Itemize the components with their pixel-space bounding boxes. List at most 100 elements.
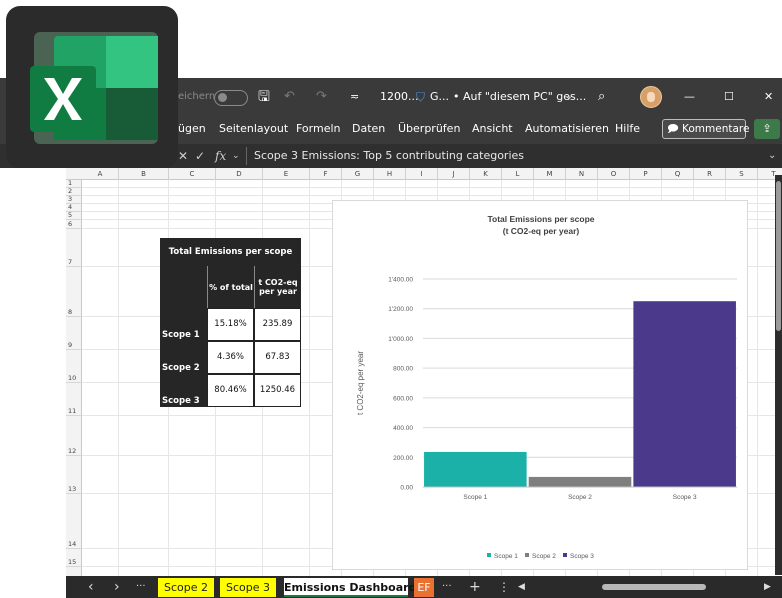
legend-swatch	[563, 553, 567, 557]
tab-scope-3[interactable]: Scope 3	[220, 578, 276, 597]
column-header[interactable]: J	[438, 168, 470, 180]
maximize-button[interactable]: ☐	[724, 78, 734, 116]
column-header[interactable]: C	[169, 168, 216, 180]
cancel-icon[interactable]: ✕	[178, 144, 188, 168]
column-header[interactable]: I	[406, 168, 438, 180]
row-header[interactable]: 6	[66, 220, 82, 229]
autosave-label: eichern	[178, 91, 216, 102]
tab-emissions-dashboard[interactable]: Emissions Dashboard	[284, 578, 416, 597]
column-header[interactable]: H	[374, 168, 406, 180]
options-button[interactable]: ⋮	[498, 576, 510, 598]
more-sheets-left-button[interactable]: ···	[136, 576, 146, 598]
excel-window: eichern 🖫 ↶ ↷ ≂ 1200... ⛉ G... • Auf "di…	[0, 0, 782, 598]
redo-icon[interactable]: ↷	[316, 78, 327, 116]
tab-formeln[interactable]: Formeln	[296, 116, 341, 144]
y-tick-label: 0.00	[400, 485, 413, 492]
customize-quick-access-icon[interactable]: ≂	[350, 78, 359, 116]
insert-function-button[interactable]: fx	[215, 144, 226, 168]
horizontal-scrollbar[interactable]	[576, 582, 772, 592]
tab-daten[interactable]: Daten	[352, 116, 385, 144]
column-header[interactable]: K	[470, 168, 502, 180]
column-header[interactable]: R	[694, 168, 726, 180]
column-header[interactable]: M	[534, 168, 566, 180]
legend-swatch	[525, 553, 529, 557]
row-header[interactable]: 10	[66, 350, 82, 383]
close-button[interactable]: ✕	[764, 78, 773, 116]
x-tick-label: Scope 1	[463, 494, 487, 501]
tab-hilfe[interactable]: Hilfe	[615, 116, 640, 144]
column-header[interactable]: E	[263, 168, 310, 180]
save-icon[interactable]: 🖫	[258, 78, 270, 116]
h-scroll-thumb[interactable]	[602, 584, 706, 590]
column-header[interactable]: A	[82, 168, 119, 180]
minimize-button[interactable]: —	[684, 78, 695, 116]
row-header[interactable]: 13	[66, 456, 82, 494]
row-header[interactable]: 8	[66, 267, 82, 317]
expand-formula-icon[interactable]: ⌄	[768, 144, 776, 168]
more-sheets-right-button[interactable]: ···	[442, 576, 452, 598]
formula-input[interactable]: Scope 3 Emissions: Top 5 contributing ca…	[254, 144, 524, 168]
scroll-thumb[interactable]	[776, 181, 781, 331]
row-header[interactable]: 7	[66, 229, 82, 267]
scroll-left-icon[interactable]: ◀	[518, 576, 525, 598]
column-header[interactable]: D	[216, 168, 263, 180]
add-sheet-button[interactable]: +	[469, 576, 481, 598]
legend-label: Scope 2	[532, 553, 556, 560]
column-header[interactable]: F	[310, 168, 342, 180]
scroll-right-icon[interactable]: ▶	[764, 576, 771, 598]
cell-pct-scope-1[interactable]: 15.18%	[207, 308, 254, 341]
undo-icon[interactable]: ↶	[284, 78, 295, 116]
cell-value-scope-3[interactable]: 1250.46	[254, 374, 301, 407]
column-header[interactable]: O	[598, 168, 630, 180]
tab-scope-2[interactable]: Scope 2	[158, 578, 214, 597]
chevron-down-icon[interactable]: ⌄	[565, 78, 573, 116]
cell-value-scope-2[interactable]: 67.83	[254, 341, 301, 374]
autosave-toggle[interactable]	[214, 90, 248, 106]
tab-einfuegen[interactable]: ügen	[178, 116, 206, 144]
column-header[interactable]: N	[566, 168, 598, 180]
row-header[interactable]: 14	[66, 494, 82, 549]
vertical-scrollbar[interactable]	[775, 175, 782, 575]
legend-label: Scope 1	[494, 553, 518, 560]
row-header[interactable]: 11	[66, 383, 82, 416]
comment-icon: 🗩	[667, 123, 679, 135]
cell-pct-scope-2[interactable]: 4.36%	[207, 341, 254, 374]
excel-app-icon	[6, 6, 178, 168]
chevron-down-icon[interactable]: ⌄	[232, 144, 240, 168]
tab-ansicht[interactable]: Ansicht	[472, 116, 513, 144]
tab-automatisieren[interactable]: Automatisieren	[525, 116, 609, 144]
next-sheet-button[interactable]: ›	[114, 576, 120, 598]
comments-label: Kommentare	[682, 123, 750, 135]
file-name[interactable]: 1200...	[380, 78, 418, 116]
check-icon[interactable]: ✓	[195, 144, 205, 168]
column-header[interactable]: L	[502, 168, 534, 180]
prev-sheet-button[interactable]: ‹	[88, 576, 94, 598]
column-header[interactable]: S	[726, 168, 758, 180]
column-header[interactable]: G	[342, 168, 374, 180]
comments-button[interactable]: 🗩 Kommentare	[662, 119, 750, 139]
row-label-scope-1: Scope 1	[160, 308, 207, 341]
cell-pct-scope-3[interactable]: 80.46%	[207, 374, 254, 407]
row-header[interactable]: 12	[66, 416, 82, 456]
row-header[interactable]: 15	[66, 549, 82, 567]
sheet-tabs-bar: ‹ › ··· Scope 2 Scope 3 Emissions Dashbo…	[66, 576, 782, 598]
tab-seitenlayout[interactable]: Seitenlayout	[219, 116, 288, 144]
chart-subtitle: (t CO2-eq per year)	[503, 226, 580, 236]
sensitivity-label[interactable]: G...	[430, 78, 449, 116]
tab-ef[interactable]: EF	[414, 578, 434, 597]
x-tick-label: Scope 3	[673, 494, 697, 501]
search-icon[interactable]: ⌕	[598, 78, 605, 116]
column-header[interactable]: B	[119, 168, 169, 180]
row-label-scope-3: Scope 3	[160, 374, 207, 407]
avatar[interactable]	[640, 86, 662, 108]
share-button[interactable]: ⇪	[754, 119, 780, 139]
emissions-chart[interactable]: Total Emissions per scope (t CO2-eq per y…	[332, 200, 748, 570]
column-header[interactable]: Q	[662, 168, 694, 180]
row-header[interactable]: 9	[66, 317, 82, 350]
header-pct: % of total	[207, 266, 254, 308]
column-header[interactable]: P	[630, 168, 662, 180]
cell-value-scope-1[interactable]: 235.89	[254, 308, 301, 341]
tab-ueberpruefen[interactable]: Überprüfen	[398, 116, 460, 144]
row-header[interactable]: 5	[66, 211, 82, 220]
y-tick-label: 800.00	[393, 366, 413, 373]
